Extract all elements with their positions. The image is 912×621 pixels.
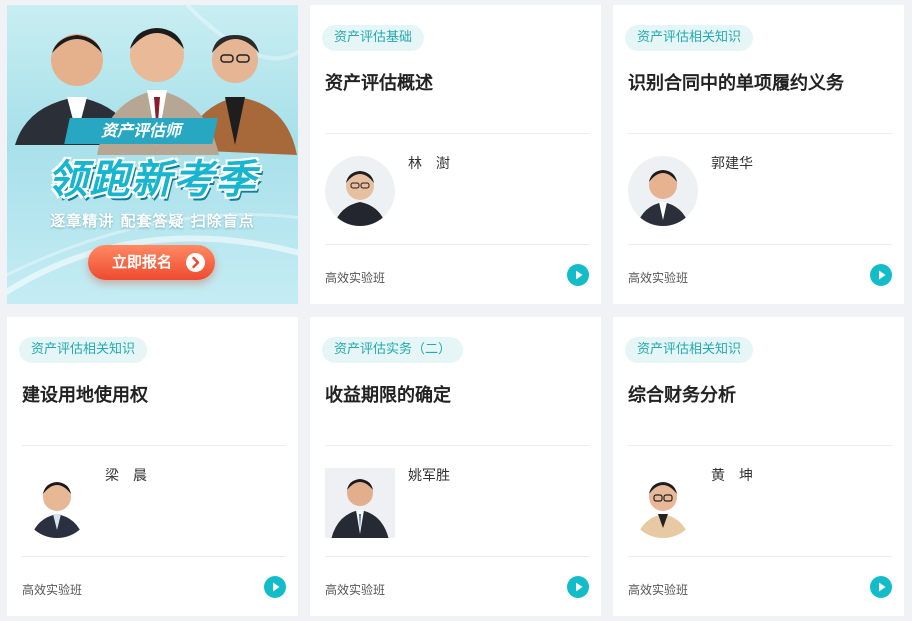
course-card[interactable]: 资产评估相关知识 建设用地使用权 梁 晨 高效实验班	[7, 317, 298, 616]
divider	[325, 445, 589, 446]
teacher-avatar	[628, 156, 698, 226]
course-card[interactable]: 资产评估相关知识 识别合同中的单项履约义务 郭建华 高效实验班	[613, 5, 904, 304]
teacher-name: 黄 坤	[711, 468, 753, 484]
course-card[interactable]: 资产评估实务（二） 收益期限的确定 姚军胜 高效实验班	[310, 317, 601, 616]
banner-slogan: 逐章精讲 配套答疑 扫除盲点	[50, 212, 255, 230]
teacher-avatar	[22, 468, 92, 538]
subject-tag: 资产评估相关知识	[625, 25, 754, 51]
class-type: 高效实验班	[628, 583, 689, 597]
course-title[interactable]: 建设用地使用权	[22, 381, 148, 407]
teacher-avatar	[325, 468, 395, 538]
divider	[22, 445, 286, 446]
teacher-name: 姚军胜	[408, 468, 450, 484]
teacher-avatar	[628, 468, 698, 538]
play-icon[interactable]	[567, 264, 589, 286]
divider	[22, 556, 286, 557]
course-grid: 资产评估师 领跑新考季 逐章精讲 配套答疑 扫除盲点 立即报名 资产评估基础 资…	[7, 5, 905, 617]
teacher-avatar	[325, 156, 395, 226]
play-icon[interactable]	[870, 576, 892, 598]
register-now-button[interactable]: 立即报名	[88, 245, 215, 280]
promo-banner[interactable]: 资产评估师 领跑新考季 逐章精讲 配套答疑 扫除盲点 立即报名	[7, 5, 298, 304]
subject-tag: 资产评估实务（二）	[322, 337, 464, 363]
divider	[628, 133, 892, 134]
subject-tag: 资产评估相关知识	[625, 337, 754, 363]
teacher-name: 梁 晨	[105, 468, 147, 484]
register-now-label: 立即报名	[112, 253, 173, 271]
course-card[interactable]: 资产评估相关知识 综合财务分析 黄 坤 高效实验班	[613, 317, 904, 616]
class-type: 高效实验班	[325, 583, 386, 597]
teacher-name: 林 澍	[408, 156, 450, 172]
banner-headline: 领跑新考季	[47, 157, 258, 203]
play-icon[interactable]	[264, 576, 286, 598]
divider	[628, 244, 892, 245]
course-title[interactable]: 资产评估概述	[325, 69, 433, 95]
class-type: 高效实验班	[22, 583, 83, 597]
teacher-name: 郭建华	[711, 156, 753, 172]
divider	[628, 445, 892, 446]
course-title[interactable]: 综合财务分析	[628, 381, 736, 407]
class-type: 高效实验班	[325, 271, 386, 285]
chevron-right-icon	[186, 253, 205, 272]
class-type: 高效实验班	[628, 271, 689, 285]
play-icon[interactable]	[567, 576, 589, 598]
course-title[interactable]: 识别合同中的单项履约义务	[628, 69, 844, 95]
course-title[interactable]: 收益期限的确定	[325, 381, 451, 407]
banner-background: 资产评估师 领跑新考季 逐章精讲 配套答疑 扫除盲点 立即报名	[7, 5, 298, 304]
play-icon[interactable]	[870, 264, 892, 286]
divider	[325, 133, 589, 134]
subject-tag: 资产评估基础	[322, 25, 425, 51]
divider	[325, 244, 589, 245]
divider	[325, 556, 589, 557]
course-card[interactable]: 资产评估基础 资产评估概述 林 澍 高效实验班	[310, 5, 601, 304]
banner-subtitle: 资产评估师	[100, 121, 181, 140]
subject-tag: 资产评估相关知识	[19, 337, 148, 363]
divider	[628, 556, 892, 557]
